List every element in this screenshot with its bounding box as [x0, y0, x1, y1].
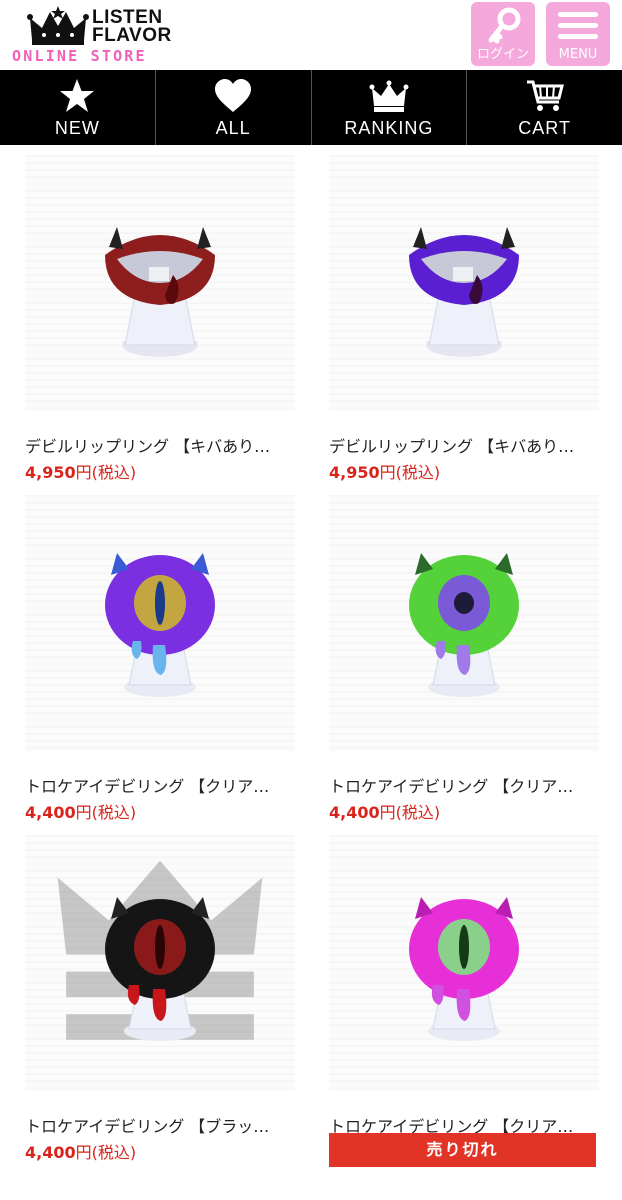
product-image[interactable]	[25, 155, 295, 411]
product-price: 4,950円(税込)	[329, 463, 441, 482]
menu-label: MENU	[558, 47, 598, 62]
product-price: 4,950円(税込)	[25, 463, 137, 482]
eye-ring-image	[409, 553, 519, 697]
logo-text-online-store: ONLINE STORE	[12, 47, 147, 65]
nav-item-ranking[interactable]: RANKING	[312, 70, 468, 145]
product-image[interactable]	[25, 835, 295, 1091]
crown-logo-icon	[27, 6, 89, 45]
product-name[interactable]: トロケアイデビリング 【ブラッ…	[25, 1113, 295, 1137]
product-price: 4,400円(税込)	[25, 803, 137, 822]
product-name[interactable]: トロケアイデビリング 【クリア…	[329, 773, 599, 797]
logo-text-flavor: FLAVOR	[92, 25, 172, 46]
product-price: 4,400円(税込)	[25, 1143, 137, 1162]
nav-label: CART	[518, 118, 571, 138]
cart-icon	[526, 80, 564, 111]
eye-ring-image	[105, 897, 215, 1041]
login-label: ログイン	[476, 47, 529, 62]
product-image[interactable]	[329, 835, 599, 1091]
store-logo[interactable]: LISTEN FLAVOR ONLINE STORE	[12, 4, 192, 66]
product-name[interactable]: デビルリップリング 【キバあり…	[25, 433, 295, 457]
sold-out-badge: 売り切れ	[329, 1133, 596, 1167]
main-nav: NEW ALL RANKING CART	[0, 70, 622, 145]
eye-ring-image	[105, 553, 215, 697]
product-image[interactable]	[25, 495, 295, 751]
star-icon	[60, 79, 95, 112]
product-name[interactable]: デビルリップリング 【キバあり…	[329, 433, 599, 457]
nav-item-cart[interactable]: CART	[467, 70, 622, 145]
key-icon	[488, 7, 521, 44]
site-header: LISTEN FLAVOR ONLINE STORE ログイン MENU	[0, 0, 622, 70]
eye-ring-image	[409, 897, 519, 1041]
lip-ring-image	[105, 227, 215, 357]
login-button[interactable]: ログイン	[471, 2, 535, 66]
heart-icon	[215, 79, 252, 112]
hamburger-icon	[558, 12, 598, 39]
product-price: 4,400円(税込)	[329, 803, 441, 822]
nav-label: NEW	[54, 118, 100, 138]
nav-label: RANKING	[344, 118, 434, 138]
menu-button[interactable]: MENU	[546, 2, 610, 66]
product-image[interactable]	[329, 495, 599, 751]
product-image[interactable]	[329, 155, 599, 411]
product-name[interactable]: トロケアイデビリング 【クリア…	[25, 773, 295, 797]
nav-item-all[interactable]: ALL	[156, 70, 312, 145]
lip-ring-image	[409, 227, 519, 357]
crown-icon	[369, 80, 409, 112]
nav-item-new[interactable]: NEW	[0, 70, 156, 145]
nav-label: ALL	[215, 118, 251, 138]
